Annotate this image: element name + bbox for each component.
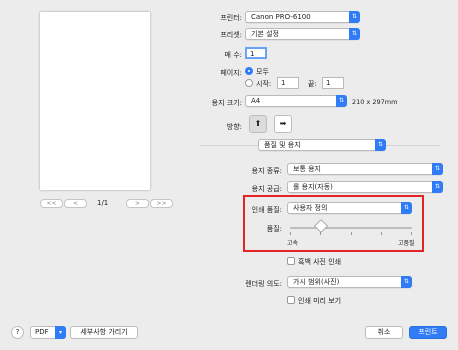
pages-to-input[interactable]: 1 (322, 77, 344, 89)
printer-popup[interactable]: Canon PRO-6100 ⇅ (245, 11, 360, 23)
portrait-icon: ⬆ (254, 119, 262, 128)
first-page-button[interactable]: << (40, 199, 63, 208)
print-quality-label: 인쇄 품질: (251, 206, 282, 214)
media-type-popup[interactable]: 보통 용지 ⇅ (287, 163, 443, 175)
copies-label: 매 수: (224, 51, 242, 59)
print-quality-popup[interactable]: 사용자 정의 ⇅ (287, 202, 412, 214)
pages-range-radio[interactable] (245, 79, 253, 87)
prev-page-button[interactable]: < (64, 199, 87, 208)
portrait-orientation-button[interactable]: ⬆ (249, 115, 267, 133)
popup-arrows-icon: ⇅ (432, 163, 443, 175)
popup-arrows-icon: ⇅ (401, 276, 412, 288)
print-preview-label: 인쇄 미리 보기 (298, 297, 342, 305)
page-preview (40, 12, 150, 190)
rendering-value: 가시 범위(사진) (293, 278, 340, 286)
media-type-label: 용지 종류: (251, 167, 282, 175)
cancel-button[interactable]: 취소 (365, 326, 403, 339)
popup-arrows-icon: ⇅ (336, 95, 347, 107)
popup-arrows-icon: ⇅ (401, 202, 412, 214)
grayscale-checkbox[interactable] (287, 257, 295, 265)
help-button[interactable]: ? (11, 326, 24, 339)
rendering-popup[interactable]: 가시 범위(사진) ⇅ (287, 276, 412, 288)
preset-popup[interactable]: 기본 설정 ⇅ (245, 28, 360, 40)
printer-label: 프린터: (220, 14, 242, 22)
chevron-down-icon: ▾ (55, 326, 66, 339)
quality-min-label: 고속 (287, 240, 299, 247)
preset-label: 프리셋: (220, 31, 242, 39)
slider-tick (351, 232, 352, 235)
print-preview-checkbox[interactable] (287, 296, 295, 304)
slider-tick (381, 232, 382, 235)
pdf-button[interactable]: PDF ▾ (30, 326, 66, 339)
rendering-label: 렌더링 의도: (245, 280, 282, 288)
quality-max-label: 고품질 (398, 240, 415, 247)
print-quality-value: 사용자 정의 (293, 204, 328, 212)
popup-arrows-icon: ⇅ (349, 28, 360, 40)
paper-source-label: 용지 공급: (251, 185, 282, 193)
pages-from-label: 시작: (256, 80, 272, 88)
hide-details-button[interactable]: 세부사항 가리기 (70, 326, 138, 339)
paper-source-popup[interactable]: 롤 용지(자동) ⇅ (287, 181, 443, 193)
pages-all-label: 모두 (256, 68, 269, 76)
grayscale-label: 흑백 사진 인쇄 (298, 258, 342, 266)
section-value: 품질 및 용지 (264, 141, 301, 149)
quality-slider-track[interactable] (290, 227, 412, 229)
orientation-label: 방향: (226, 123, 242, 131)
pages-to-label: 끝: (308, 80, 317, 88)
paper-size-popup[interactable]: A4 ⇅ (245, 95, 347, 107)
preset-value: 기본 설정 (251, 30, 279, 38)
next-page-button[interactable]: > (126, 199, 149, 208)
pdf-label: PDF (35, 328, 49, 336)
landscape-orientation-button[interactable]: ➡ (274, 115, 292, 133)
popup-arrows-icon: ⇅ (375, 139, 386, 151)
print-button[interactable]: 프린트 (409, 326, 447, 339)
landscape-icon: ➡ (279, 119, 287, 128)
paper-size-value: A4 (251, 97, 261, 105)
last-page-button[interactable]: >> (150, 199, 173, 208)
slider-tick (411, 232, 412, 235)
paper-source-value: 롤 용지(자동) (293, 183, 333, 191)
pages-all-radio[interactable] (245, 67, 253, 75)
pages-from-input[interactable]: 1 (277, 77, 299, 89)
printer-value: Canon PRO-6100 (251, 13, 311, 21)
page-counter: 1/1 (97, 199, 109, 207)
paper-size-dims: 210 x 297mm (352, 98, 398, 106)
section-popup[interactable]: 품질 및 용지 ⇅ (258, 139, 386, 151)
pages-label: 페이지: (220, 69, 242, 77)
copies-input[interactable]: 1 (245, 47, 267, 59)
popup-arrows-icon: ⇅ (349, 11, 360, 23)
popup-arrows-icon: ⇅ (432, 181, 443, 193)
quality-label: 품질: (266, 225, 282, 233)
slider-tick (290, 232, 291, 235)
paper-size-label: 용지 크기: (211, 99, 242, 107)
media-type-value: 보통 용지 (293, 165, 321, 173)
